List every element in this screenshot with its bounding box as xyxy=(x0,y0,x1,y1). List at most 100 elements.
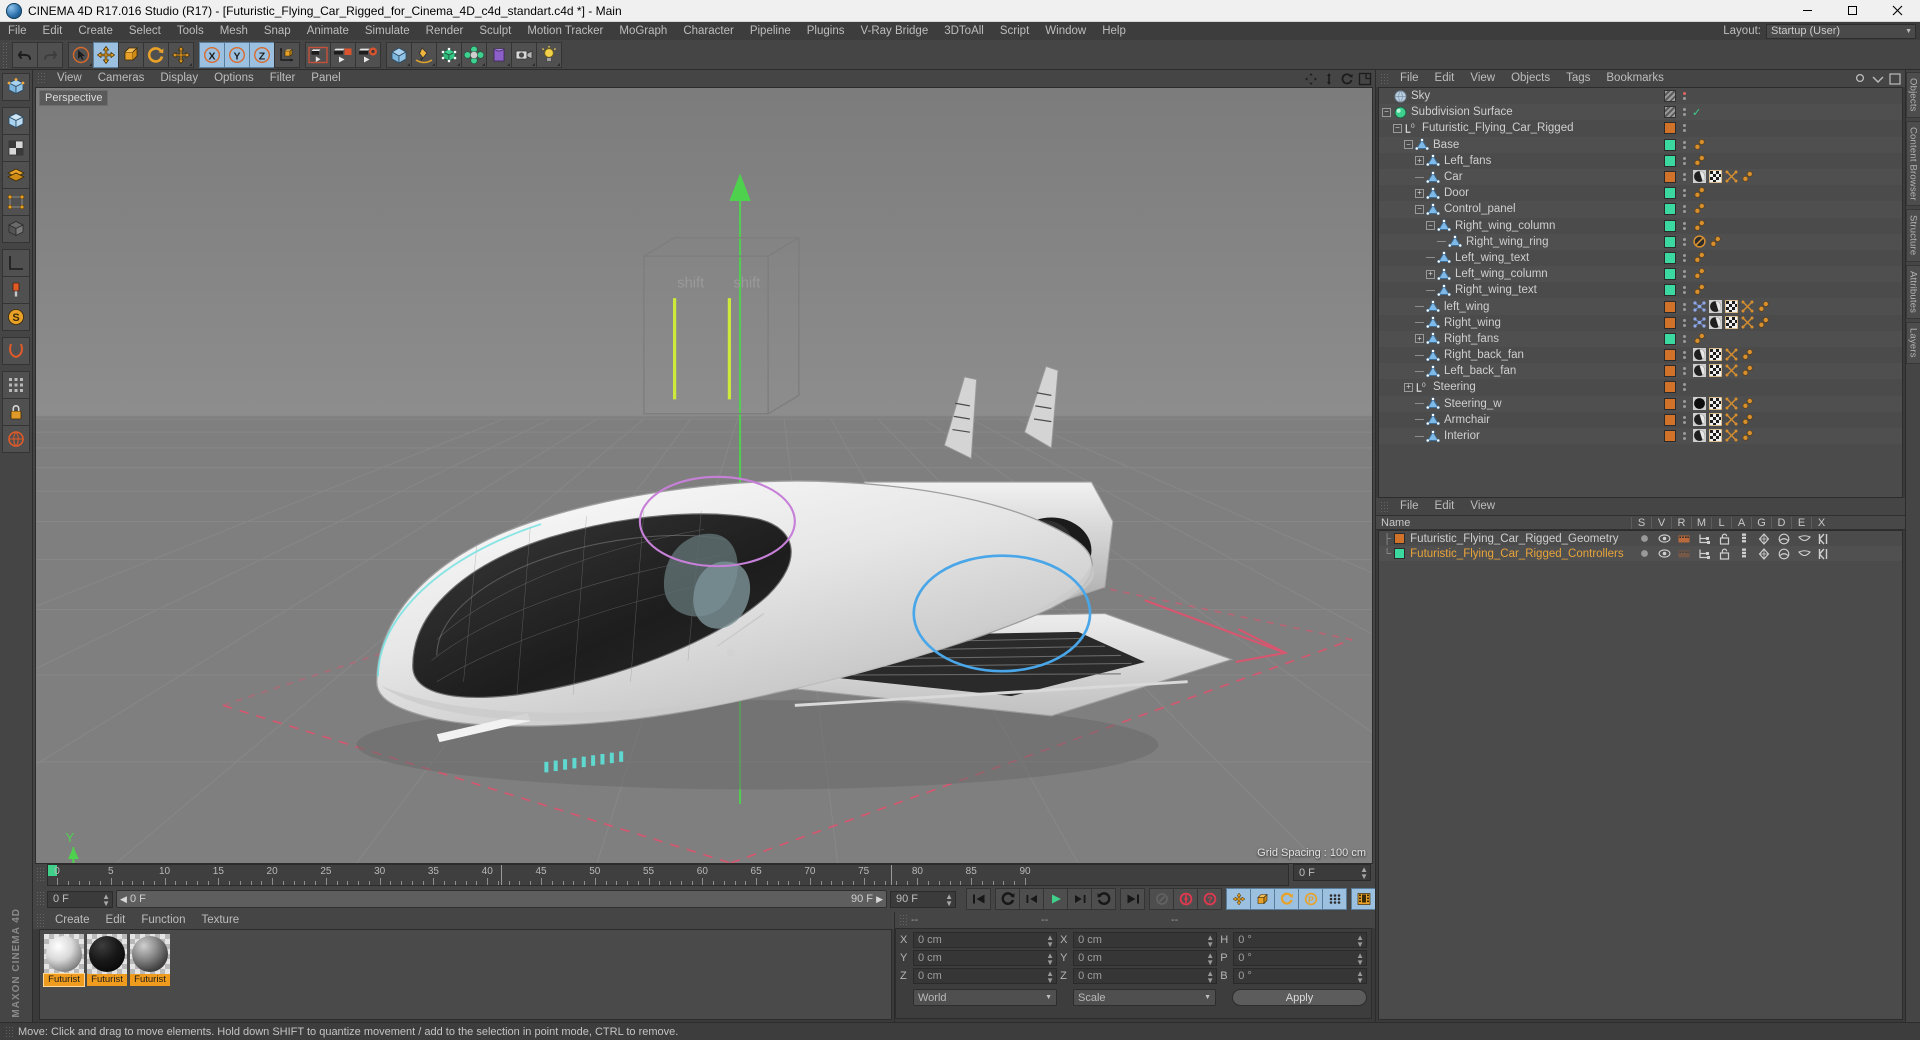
layer-toggle-cell[interactable] xyxy=(1754,532,1774,545)
object-row[interactable]: left_wing xyxy=(1379,298,1902,315)
layer-toggle-cell[interactable] xyxy=(1734,548,1754,560)
expand-node-icon[interactable]: + xyxy=(1404,382,1413,392)
layer-column-s[interactable]: S xyxy=(1631,516,1651,529)
expand-node-icon[interactable]: + xyxy=(1415,188,1424,198)
object-hatch-swatch[interactable] xyxy=(1664,90,1676,103)
layer-toggle-cell[interactable] xyxy=(1634,533,1654,544)
menu-character[interactable]: Character xyxy=(675,22,742,40)
toolbar-grip[interactable] xyxy=(2,41,9,68)
point-tag-icon[interactable] xyxy=(1693,316,1707,330)
object-name[interactable]: Futuristic_Flying_Car_Rigged xyxy=(1422,122,1573,134)
coord-size-x-field[interactable]: 0 cm ▲ ▼ xyxy=(1073,932,1218,949)
point-tag-icon[interactable] xyxy=(1693,300,1707,314)
viewport-menu-view[interactable]: View xyxy=(49,70,90,87)
coord-size-y-field[interactable]: 0 cm ▲ ▼ xyxy=(1073,950,1218,967)
collapse-icon[interactable] xyxy=(1872,73,1884,85)
object-visibility-dots[interactable] xyxy=(1679,367,1689,376)
layer-toggle-cell[interactable] xyxy=(1814,533,1834,545)
spinner-icon[interactable]: ▲ ▼ xyxy=(1360,866,1368,881)
layer-name[interactable]: Futuristic_Flying_Car_Rigged_Controllers xyxy=(1410,548,1623,560)
menu-mograph[interactable]: MoGraph xyxy=(611,22,675,40)
zoom-view-icon[interactable] xyxy=(1322,72,1336,86)
object-visibility-dots[interactable] xyxy=(1679,415,1689,424)
checker-tag-icon[interactable] xyxy=(1724,299,1739,314)
dots-tag-icon[interactable] xyxy=(1693,138,1707,152)
layer-toggle-cell[interactable] xyxy=(1814,548,1834,560)
layer-toggle-cell[interactable] xyxy=(1714,548,1734,560)
coord-rotation-b-field[interactable]: 0 ° ▲ ▼ xyxy=(1233,968,1368,985)
object-row[interactable]: Left_back_fan xyxy=(1379,363,1902,380)
object-name[interactable]: Right_wing_text xyxy=(1455,284,1537,296)
object-layer-swatch[interactable] xyxy=(1664,284,1676,297)
coordinates-grip[interactable] xyxy=(899,914,907,926)
layer-column-r[interactable]: R xyxy=(1671,516,1691,529)
object-name[interactable]: Sky xyxy=(1411,90,1430,102)
timeline-range-slider[interactable]: ◀ 0 F 90 F ▶ xyxy=(116,890,887,908)
material-menu-texture[interactable]: Texture xyxy=(193,912,247,929)
object-name[interactable]: Interior xyxy=(1444,430,1480,442)
object-row[interactable]: − Subdivision Surface ✓ xyxy=(1379,104,1902,121)
spinner-icon[interactable]: ▲ ▼ xyxy=(1046,934,1054,949)
scale-tool-button[interactable] xyxy=(118,41,144,68)
dots-tag-icon[interactable] xyxy=(1693,154,1707,168)
dots-tag-icon[interactable] xyxy=(1693,332,1707,346)
object-visibility-dots[interactable] xyxy=(1679,108,1689,117)
checker-tag-icon[interactable] xyxy=(1724,315,1739,330)
menu-create[interactable]: Create xyxy=(70,22,121,40)
object-name[interactable]: Car xyxy=(1444,171,1463,183)
object-visibility-dots[interactable] xyxy=(1679,156,1689,165)
layer-manager-list[interactable]: ├ Futuristic_Flying_Car_Rigged_Geometry └ F… xyxy=(1378,530,1903,1020)
tab-attributes[interactable]: Attributes xyxy=(1905,264,1920,319)
object-row[interactable]: + Right_fans xyxy=(1379,330,1902,347)
key-position-button[interactable] xyxy=(1226,888,1251,910)
light-button[interactable] xyxy=(536,41,562,68)
dots-tag-icon[interactable] xyxy=(1693,202,1707,216)
dots-tag-icon[interactable] xyxy=(1709,235,1723,249)
cube-primitive-button[interactable] xyxy=(386,41,412,68)
dots-tag-icon[interactable] xyxy=(1693,219,1707,233)
key-rotation-button[interactable] xyxy=(1274,888,1299,910)
maximize-button[interactable] xyxy=(1830,0,1875,22)
object-visibility-dots[interactable] xyxy=(1679,334,1689,343)
search-icon[interactable] xyxy=(1855,73,1867,85)
object-row[interactable]: + Door xyxy=(1379,185,1902,201)
material-item[interactable]: Futurist xyxy=(43,934,85,987)
dots-tag-icon[interactable] xyxy=(1757,300,1771,314)
coord-rotation-h-field[interactable]: 0 ° ▲ ▼ xyxy=(1233,932,1368,949)
spinner-icon[interactable]: ▲ ▼ xyxy=(1206,970,1214,985)
layer-toggle-cell[interactable] xyxy=(1634,548,1654,559)
spinner-icon[interactable]: ▲ ▼ xyxy=(1046,952,1054,967)
object-layer-swatch[interactable] xyxy=(1664,138,1676,151)
tab-objects[interactable]: Objects xyxy=(1905,72,1920,118)
object-name[interactable]: Steering_w xyxy=(1444,398,1502,410)
layer-color-swatch[interactable] xyxy=(1394,533,1406,544)
dots-tag-icon[interactable] xyxy=(1693,267,1707,281)
object-layer-swatch[interactable] xyxy=(1664,430,1676,443)
coordinate-system-dropdown[interactable]: World ▼ xyxy=(913,989,1057,1006)
object-name[interactable]: Base xyxy=(1433,139,1459,151)
object-layer-swatch[interactable] xyxy=(1664,413,1676,426)
dots-tag-icon[interactable] xyxy=(1741,364,1755,378)
menu-snap[interactable]: Snap xyxy=(256,22,299,40)
nurbs-button[interactable] xyxy=(436,41,462,68)
polygon-mode-button[interactable] xyxy=(2,161,30,189)
object-visibility-dots[interactable] xyxy=(1679,173,1689,182)
collapse-node-icon[interactable]: − xyxy=(1393,123,1402,133)
object-visibility-dots[interactable] xyxy=(1679,124,1689,133)
mat-tag-icon[interactable] xyxy=(1693,348,1707,362)
mat-tag-icon[interactable] xyxy=(1709,299,1723,314)
expand-node-icon[interactable]: + xyxy=(1415,334,1424,344)
object-layer-swatch[interactable] xyxy=(1664,203,1676,216)
checker-tag-icon[interactable] xyxy=(1708,169,1723,184)
loop-back-button[interactable] xyxy=(995,888,1020,910)
object-row[interactable]: − Right_wing_column xyxy=(1379,218,1902,234)
object-visibility-dots[interactable] xyxy=(1679,351,1689,360)
menu-pipeline[interactable]: Pipeline xyxy=(742,22,799,40)
render-settings-button[interactable] xyxy=(355,41,381,68)
checker-tag-icon[interactable] xyxy=(1708,363,1723,378)
model-mode-button[interactable] xyxy=(2,107,30,135)
apply-button[interactable]: Apply xyxy=(1232,989,1367,1006)
expand-node-icon[interactable]: + xyxy=(1426,269,1435,279)
object-visibility-dots[interactable] xyxy=(1679,237,1689,246)
layer-toggle-cell[interactable] xyxy=(1714,533,1734,545)
